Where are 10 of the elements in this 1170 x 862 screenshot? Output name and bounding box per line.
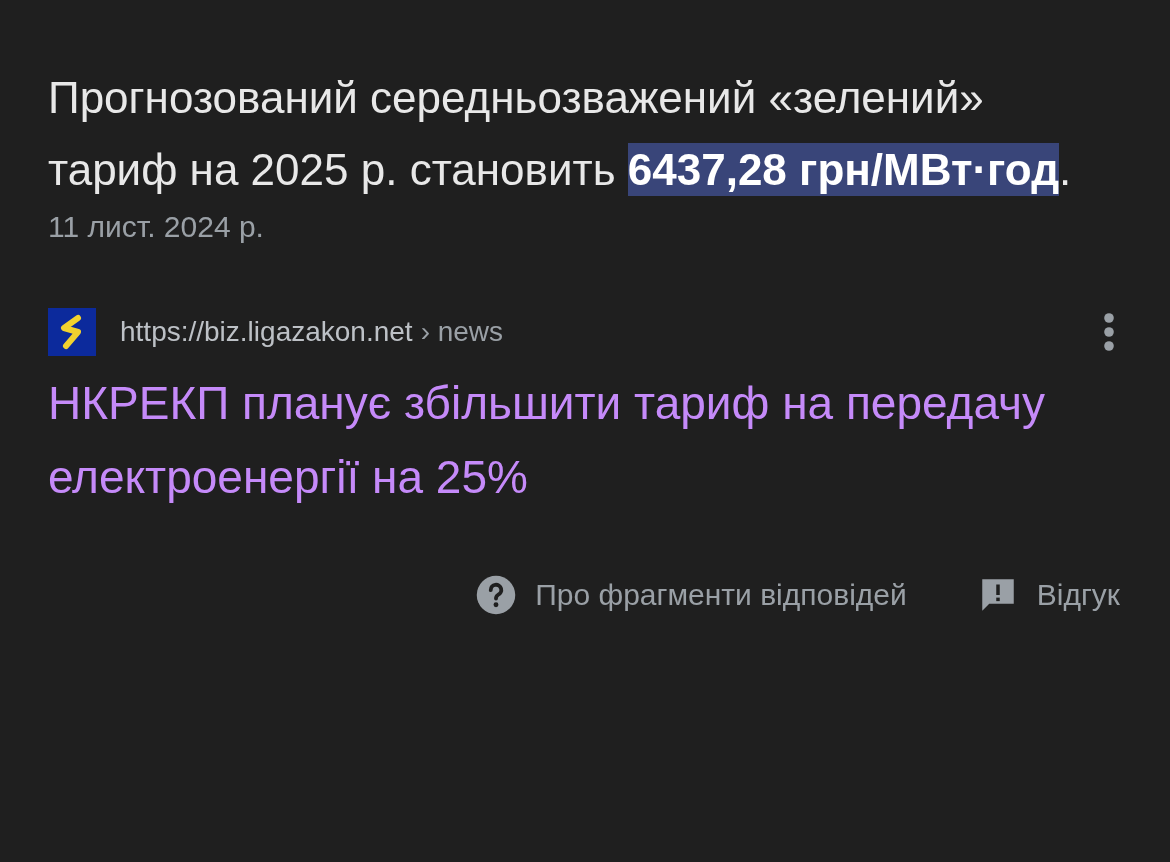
help-icon [475, 574, 518, 616]
answer-snippet: Прогнозований середньозважений «зелений» тариф на 2025 р. становить 6437,28 грн/МВт·год. [48, 72, 1073, 198]
source-path: › news [420, 316, 504, 348]
site-favicon-icon [48, 308, 96, 356]
snippet-date: 11 лист. 2024 р. [48, 210, 265, 244]
result-title-link[interactable]: НКРЕКП планує збільшити тариф на передачу електроенергії на 25% [48, 366, 1078, 514]
about-snippets-button[interactable]: Про фрагменти відповідей [475, 574, 907, 616]
feedback-button[interactable]: Відгук [976, 574, 1120, 616]
more-options-icon[interactable] [1102, 312, 1116, 352]
source-url: https://biz.ligazakon.net [120, 316, 413, 348]
